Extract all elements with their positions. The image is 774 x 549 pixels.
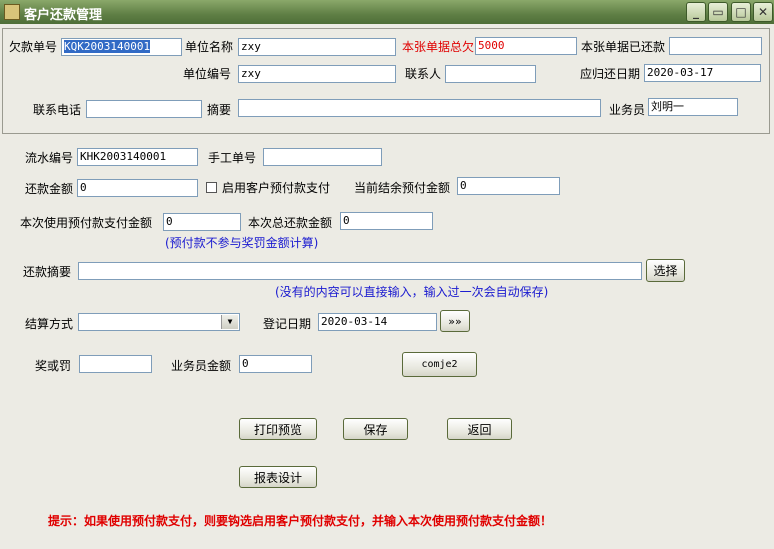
unit-code-label: 单位编号 xyxy=(183,67,232,81)
due-date-field[interactable]: 2020-03-17 xyxy=(644,64,761,82)
use-prepay-checkbox[interactable] xyxy=(206,182,217,193)
prepay-note: (预付款不参与奖罚金额计算) xyxy=(165,236,319,250)
reward-penalty-field[interactable] xyxy=(79,355,152,373)
repay-summary-field[interactable] xyxy=(78,262,642,280)
manual-no-field[interactable] xyxy=(263,148,382,166)
settle-method-label: 结算方式 xyxy=(25,317,74,331)
salesman-field[interactable]: 刘明一 xyxy=(648,98,738,116)
phone-field[interactable] xyxy=(86,100,202,118)
dropdown-arrow-icon[interactable]: ▼ xyxy=(221,315,238,329)
debt-no-value: KQK2003140001 xyxy=(64,40,151,53)
contact-label: 联系人 xyxy=(405,67,442,81)
summary-label: 摘要 xyxy=(207,103,232,117)
close-button[interactable]: ✕ xyxy=(753,2,773,22)
minimize-button[interactable]: _ xyxy=(686,2,706,22)
repay-amount-label: 还款金额 xyxy=(25,182,74,196)
print-preview-button[interactable]: 打印预览 xyxy=(239,418,317,440)
register-date-field[interactable]: 2020-03-14 xyxy=(318,313,437,331)
settle-method-select[interactable]: ▼ xyxy=(78,313,240,331)
repayment-window: 客户还款管理 _ ▭ □ ✕ 欠款单号 KQK2003140001 单位名称 z… xyxy=(0,0,774,549)
unit-name-label: 单位名称 xyxy=(185,40,234,54)
title-bar[interactable]: 客户还款管理 _ ▭ □ ✕ xyxy=(0,0,774,24)
tip-text: 提示：如果使用预付款支付，则要钩选启用客户预付款支付，并输入本次使用预付款支付金… xyxy=(48,514,553,528)
serial-field[interactable]: KHK2003140001 xyxy=(77,148,198,166)
salesman-amount-field[interactable]: 0 xyxy=(239,355,312,373)
repay-summary-label: 还款摘要 xyxy=(23,265,72,279)
total-repay-field[interactable]: 0 xyxy=(340,212,433,230)
paid-label: 本张单据已还款 xyxy=(581,40,666,54)
paid-field[interactable] xyxy=(669,37,762,55)
select-button[interactable]: 选择 xyxy=(646,259,685,282)
total-repay-label: 本次总还款金额 xyxy=(248,216,333,230)
contact-field[interactable] xyxy=(445,65,536,83)
restore-button[interactable]: ▭ xyxy=(708,2,728,22)
prepay-balance-label: 当前结余预付金额 xyxy=(354,181,451,195)
back-button[interactable]: 返回 xyxy=(447,418,512,440)
prepay-balance-field[interactable]: 0 xyxy=(457,177,560,195)
report-design-button[interactable]: 报表设计 xyxy=(239,466,317,488)
window-title: 客户还款管理 xyxy=(24,8,103,23)
debt-no-field[interactable]: KQK2003140001 xyxy=(61,38,182,56)
register-date-label: 登记日期 xyxy=(263,317,312,331)
summary-note: (没有的内容可以直接输入，输入过一次会自动保存) xyxy=(275,285,549,299)
unit-code-field[interactable]: zxy xyxy=(238,65,396,83)
phone-label: 联系电话 xyxy=(33,103,82,117)
debt-no-label: 欠款单号 xyxy=(9,40,58,54)
repay-amount-field[interactable]: 0 xyxy=(77,179,198,197)
unit-name-field[interactable]: zxy xyxy=(238,38,396,56)
prepay-used-label: 本次使用预付款支付金额 xyxy=(20,216,153,230)
due-date-label: 应归还日期 xyxy=(580,67,641,81)
maximize-button[interactable]: □ xyxy=(731,2,751,22)
serial-label: 流水编号 xyxy=(25,151,74,165)
summary-field[interactable] xyxy=(238,99,601,117)
use-prepay-label: 启用客户预付款支付 xyxy=(222,181,331,195)
salesman-label: 业务员 xyxy=(609,103,646,117)
date-picker-button[interactable]: »» xyxy=(440,310,470,332)
total-debt-field[interactable]: 5000 xyxy=(475,37,577,55)
save-button[interactable]: 保存 xyxy=(343,418,408,440)
comje2-button[interactable]: comje2 xyxy=(402,352,477,377)
salesman-amount-label: 业务员金额 xyxy=(171,359,232,373)
app-icon xyxy=(4,4,20,20)
prepay-used-field[interactable]: 0 xyxy=(163,213,241,231)
total-debt-label: 本张单据总欠 xyxy=(402,40,475,54)
reward-penalty-label: 奖或罚 xyxy=(35,359,72,373)
manual-no-label: 手工单号 xyxy=(208,151,257,165)
